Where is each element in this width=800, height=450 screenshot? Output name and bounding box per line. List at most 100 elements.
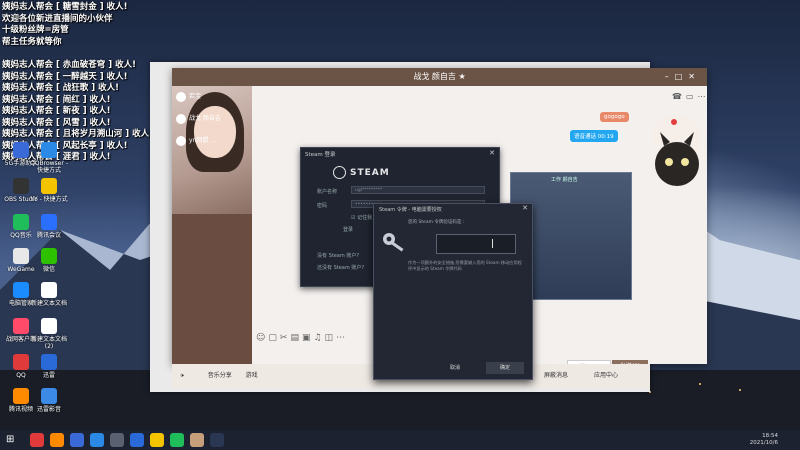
- gif-icon[interactable]: ▢: [268, 333, 280, 343]
- overlay-line: 姨妈志人帮会 [ 赤血破苍穹 ] 收人!: [2, 60, 136, 70]
- taskbar-app-icon[interactable]: [90, 433, 104, 447]
- text-caret: [492, 239, 493, 248]
- ok-button[interactable]: 确定: [486, 362, 524, 374]
- app-icon: [41, 214, 57, 230]
- taskbar-app-icon[interactable]: [110, 433, 124, 447]
- desktop-icon[interactable]: QQBrowser - 快捷方式: [30, 142, 68, 174]
- windows-start-icon[interactable]: ⊞: [6, 433, 20, 447]
- bottom-action[interactable]: 音乐分享: [208, 372, 232, 379]
- chat-input-toolbar: ☺▢✂▤▣♫◫⋯: [256, 333, 348, 343]
- app-icon: [13, 318, 29, 334]
- folder-icon[interactable]: ▤: [290, 333, 302, 343]
- app-icon: [41, 318, 57, 334]
- no-account-text: 没有 Steam 账户?: [317, 253, 359, 259]
- scissors-icon[interactable]: ✂: [280, 333, 291, 343]
- remember-checkbox[interactable]: ☑ 记住我: [351, 214, 372, 221]
- call-member[interactable]: 若宝: [176, 90, 201, 104]
- steam-taskbar-icon[interactable]: [210, 433, 224, 447]
- avatar: [176, 91, 186, 102]
- cat-sticker: [653, 114, 701, 186]
- desktop-icon[interactable]: 新建文本文档: [30, 282, 68, 307]
- desktop-icon[interactable]: 迅雷影音: [30, 388, 68, 413]
- overlay-line: 姨妈志人帮会 [ 新夜 ] 收人!: [2, 106, 111, 116]
- app-icon: [41, 282, 57, 298]
- desktop-icon[interactable]: 腾讯会议: [30, 214, 68, 239]
- desktop-icon-label: QQ: [16, 372, 26, 379]
- bottom-action[interactable]: 游戏: [246, 372, 258, 379]
- avatar: [176, 113, 186, 124]
- app-icon: [13, 388, 29, 404]
- create-account-link[interactable]: 还没有 Steam 账户?: [317, 264, 364, 271]
- password-label: 密码: [317, 203, 328, 209]
- system-clock[interactable]: 18:54 2021/10/6: [750, 433, 778, 447]
- window-controls: –□✕: [665, 68, 701, 86]
- account-label: 账户名称: [317, 189, 338, 195]
- overlay-line: 欢迎各位新进直播间的小伙伴: [2, 13, 113, 24]
- steam-logo-icon: [333, 166, 346, 179]
- app-icon: [41, 354, 57, 370]
- chat-bubble-pink: gogogo: [600, 112, 629, 122]
- steam-login-title: Steam 登录: [305, 152, 336, 158]
- taskbar-app-icon[interactable]: [190, 433, 204, 447]
- desktop-icon-label: 腾讯会议: [36, 232, 61, 239]
- desktop-icon[interactable]: 迅雷: [30, 354, 68, 379]
- steam-guard-code-input[interactable]: [436, 234, 516, 254]
- desktop-icon-label: 新建文本文档: [30, 300, 67, 307]
- music-icon[interactable]: ♫: [313, 333, 324, 343]
- clock-date: 2021/10/6: [749, 440, 778, 446]
- taskbar-app-icon[interactable]: [170, 433, 184, 447]
- maximize-button[interactable]: □: [675, 72, 689, 81]
- taskbar-app-icon[interactable]: [70, 433, 84, 447]
- steam-guard-question: 您的 Steam 令牌验证码是 :: [408, 220, 465, 225]
- overlay-line: 帮主任务就等你: [2, 36, 62, 47]
- desktop-icon[interactable]: 新建文本文档 (2): [30, 318, 68, 350]
- audio-icon[interactable]: 🕩: [180, 372, 184, 379]
- overlay-line: 姨妈志人帮会 [ 风雪 ] 收人!: [2, 117, 111, 128]
- desktop-icon-label: 新建文本文档 (2): [30, 336, 67, 350]
- steam-logo-text: STEAM: [350, 168, 390, 178]
- call-member[interactable]: yn回盟 ...: [176, 134, 216, 148]
- chat-bubble-call[interactable]: 语音通话 00:19: [570, 130, 618, 142]
- close-icon[interactable]: ✕: [522, 204, 528, 212]
- block-messages-button[interactable]: 屏蔽消息: [544, 364, 568, 388]
- cancel-button[interactable]: 取消: [436, 362, 474, 374]
- clock-time: 18:54: [762, 433, 778, 439]
- login-button[interactable]: 登录: [343, 226, 353, 233]
- close-button[interactable]: ✕: [688, 72, 701, 81]
- desktop-icon-label: 迅雷影音: [36, 406, 61, 413]
- app-icon: [13, 282, 29, 298]
- chat-image-tab: 工作 颜自吉: [551, 177, 578, 183]
- app-center-button[interactable]: 应用中心: [594, 364, 618, 388]
- steam-guard-description: 作为一项额外的安全措施,您需要输入您的 Steam 移动应用程序中显示的 Ste…: [408, 260, 522, 271]
- desktop-icon-label: QQ音乐: [10, 232, 32, 239]
- app-icon: [13, 142, 29, 158]
- desktop-icon-label: YY - 快捷方式: [30, 196, 68, 203]
- video-call-panel: 若宝 战戈 颜自吉 yn回盟 ...: [172, 86, 252, 364]
- key-icon: [383, 233, 404, 252]
- stream-overlay-text: 姨妈志人帮会 [ 糖雪封金 ] 收人! 欢迎各位新进直播间的小伙伴 十级粉丝牌=…: [2, 2, 153, 164]
- taskbar-app-icon[interactable]: [130, 433, 144, 447]
- overlay-line: 姨妈志人帮会 [ 战狂歌 ] 收人!: [2, 83, 119, 93]
- more-icon[interactable]: ⋯: [698, 92, 710, 101]
- taskbar-app-icon[interactable]: [150, 433, 164, 447]
- desktop-icon[interactable]: 微信: [30, 248, 68, 273]
- call-member[interactable]: 战戈 颜自吉: [176, 112, 221, 126]
- desktop-icon[interactable]: YY - 快捷方式: [30, 178, 68, 203]
- minimize-button[interactable]: –: [665, 72, 675, 81]
- app-icon: [41, 388, 57, 404]
- app-icon: [41, 248, 57, 264]
- call-member-name: yn回盟 ...: [189, 137, 216, 144]
- steam-guard-dialog: Steam 令牌 - 电脑需要授权 ✕ 您的 Steam 令牌验证码是 : 作为…: [373, 203, 533, 380]
- overlay-line: 姨妈志人帮会 [ 一醉越天 ] 收人!: [2, 71, 128, 82]
- image-icon[interactable]: ▣: [302, 333, 314, 343]
- account-field[interactable]: ugl*********: [351, 186, 485, 194]
- overlay-line: 姨妈志人帮会 [ 糖雪封金 ] 收人!: [2, 2, 128, 12]
- phone-icon[interactable]: ☎: [672, 92, 686, 101]
- screenshot-icon[interactable]: ◫: [325, 333, 337, 343]
- taskbar-app-icon[interactable]: [50, 433, 64, 447]
- more-tools-icon[interactable]: ⋯: [336, 333, 348, 343]
- close-icon[interactable]: ✕: [489, 149, 495, 157]
- video-icon[interactable]: ▭: [686, 92, 698, 101]
- emoji-icon[interactable]: ☺: [256, 333, 268, 343]
- taskbar-app-icon[interactable]: [30, 433, 44, 447]
